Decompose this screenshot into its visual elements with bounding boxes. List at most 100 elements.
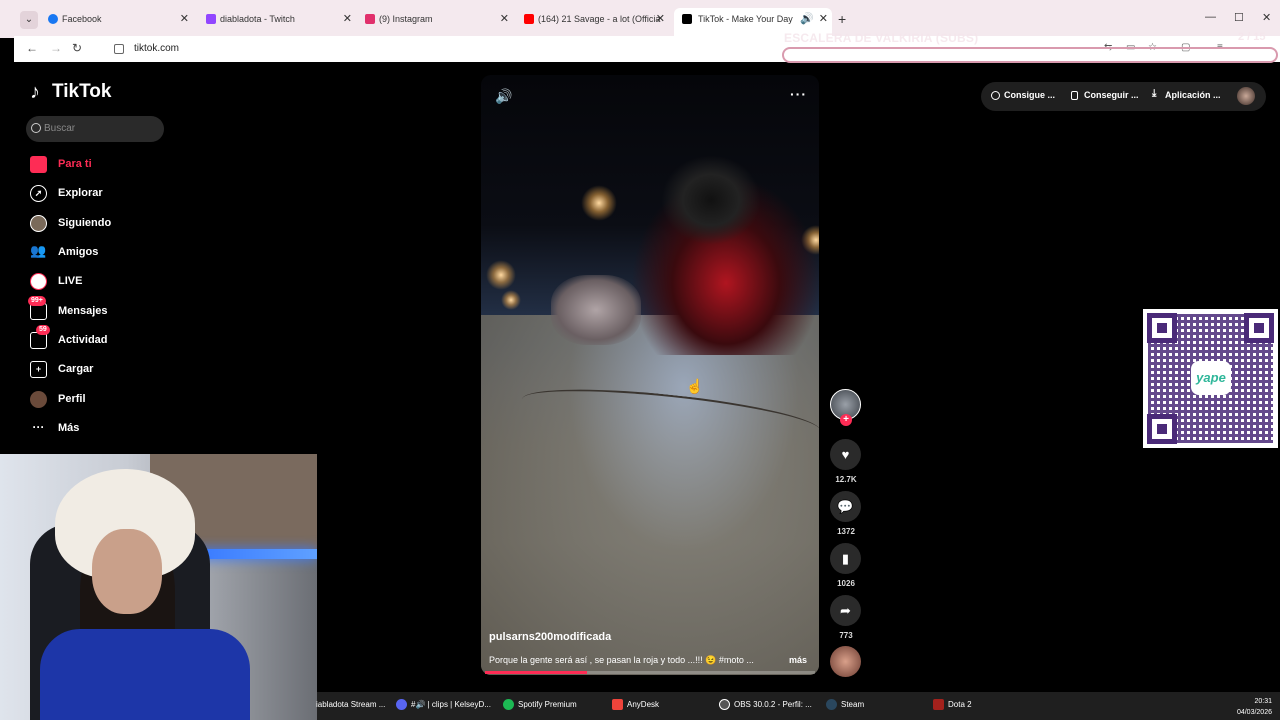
- taskbar-item-spotify[interactable]: Spotify Premium: [503, 699, 577, 710]
- tab-youtube[interactable]: (164) 21 Savage - a lot (Officia ✕: [524, 9, 669, 30]
- close-icon[interactable]: ✕: [500, 9, 509, 30]
- nav-label: Amigos: [58, 246, 99, 258]
- nav-item-live[interactable]: LIVE: [30, 270, 82, 292]
- tab-instagram[interactable]: (9) Instagram ✕: [365, 9, 513, 30]
- taskbar-label: AnyDesk: [627, 700, 660, 709]
- video-author[interactable]: pulsarns200modificada: [489, 631, 611, 643]
- taskbar-label: #🔊 | clips | KelseyD...: [411, 700, 491, 709]
- caption-more-link[interactable]: más: [789, 655, 807, 665]
- taskbar-label: Spotify Premium: [518, 700, 577, 709]
- nav-label: Mensajes: [58, 305, 108, 317]
- video-progress-bar[interactable]: [485, 671, 815, 674]
- taskbar-label: Steam: [841, 700, 865, 709]
- steam-icon: [826, 699, 837, 710]
- url-field[interactable]: tiktok.com: [108, 39, 788, 59]
- like-button[interactable]: ♥: [830, 439, 861, 470]
- logo-text: TikTok: [52, 81, 112, 102]
- nav-item-amigos[interactable]: 👥 Amigos: [30, 241, 98, 263]
- get-app-button[interactable]: Conseguir ...: [1071, 90, 1139, 100]
- nav-label: LIVE: [58, 275, 83, 287]
- minimize-icon[interactable]: —: [1205, 11, 1216, 23]
- hand-cursor-icon: ☝: [686, 378, 704, 394]
- nav-item-cargar[interactable]: + Cargar: [30, 358, 93, 380]
- new-tab-button[interactable]: +: [838, 11, 846, 27]
- tiktok-logo[interactable]: ♪ TikTok: [30, 80, 111, 104]
- street-light: [581, 185, 617, 221]
- search-input[interactable]: Buscar: [26, 116, 164, 142]
- nav-item-explorar[interactable]: ➚ Explorar: [30, 182, 103, 204]
- video-more-icon[interactable]: ···: [790, 86, 807, 102]
- tab-title: Facebook: [62, 14, 102, 24]
- facebook-icon: [48, 14, 58, 24]
- anydesk-icon: [612, 699, 623, 710]
- nav-item-actividad[interactable]: 59 Actividad: [30, 325, 108, 351]
- friends-icon: 👥: [30, 243, 47, 258]
- qr-finder-pattern: [1147, 313, 1177, 343]
- nav-label: Actividad: [58, 334, 108, 346]
- profile-avatar-icon: [30, 391, 47, 408]
- forward-icon[interactable]: →: [50, 41, 62, 55]
- video-player[interactable]: [481, 75, 819, 675]
- taskbar-item-obs[interactable]: OBS 30.0.2 - Perfil: ...: [719, 699, 812, 710]
- following-avatar-icon: [30, 215, 47, 232]
- taskbar-item-discord[interactable]: #🔊 | clips | KelseyD...: [396, 699, 491, 710]
- bookmark-icon: ▮: [841, 551, 850, 566]
- clock-time: 20:31: [1254, 698, 1272, 705]
- search-placeholder: Buscar: [44, 123, 76, 134]
- tab-search-icon[interactable]: ⌄: [20, 11, 38, 29]
- follow-plus-icon[interactable]: +: [840, 414, 852, 426]
- save-button[interactable]: ▮: [830, 543, 861, 574]
- webcam-shirt: [40, 629, 250, 720]
- nav-item-perfil[interactable]: Perfil: [30, 388, 86, 410]
- donation-qr-code: yape: [1143, 309, 1278, 448]
- twitch-icon: [206, 14, 216, 24]
- nav-label: Para ti: [58, 158, 92, 170]
- tab-facebook[interactable]: Facebook ✕: [48, 9, 193, 30]
- yape-logo: yape: [1191, 361, 1231, 395]
- dota-icon: [933, 699, 944, 710]
- close-icon[interactable]: ✕: [656, 9, 665, 30]
- taskbar-label: Dota 2: [948, 700, 972, 709]
- download-app-button[interactable]: ⤓ Aplicación ...: [1152, 88, 1221, 100]
- nav-label: Perfil: [58, 393, 86, 405]
- video-progress-fill: [485, 671, 588, 674]
- sound-icon[interactable]: 🔊: [495, 88, 512, 105]
- close-icon[interactable]: ✕: [180, 9, 189, 30]
- taskbar-item-dota[interactable]: Dota 2: [933, 699, 972, 710]
- nav-item-mas[interactable]: ··· Más: [30, 417, 80, 439]
- close-icon[interactable]: ✕: [819, 8, 828, 30]
- nav-item-mensajes[interactable]: 99+ Mensajes: [28, 296, 108, 322]
- live-icon: [30, 273, 47, 290]
- speaker-icon[interactable]: 🔊: [800, 8, 814, 30]
- nav-item-para-ti[interactable]: Para ti: [30, 153, 92, 175]
- share-count: 773: [839, 631, 853, 640]
- maximize-icon[interactable]: ☐: [1234, 11, 1244, 24]
- profile-avatar[interactable]: [1237, 87, 1255, 105]
- get-coins-button[interactable]: Consigue ...: [991, 90, 1055, 100]
- more-icon: ···: [32, 420, 45, 434]
- webcam-face: [92, 529, 162, 614]
- share-button[interactable]: ➦: [830, 595, 861, 626]
- site-info-icon[interactable]: [114, 44, 124, 54]
- taskbar-item-anydesk[interactable]: AnyDesk: [612, 699, 660, 710]
- music-disc-icon[interactable]: [830, 646, 861, 677]
- close-window-icon[interactable]: ✕: [1262, 11, 1271, 24]
- back-icon[interactable]: ←: [26, 41, 38, 55]
- top-btn-label: Aplicación ...: [1165, 90, 1221, 100]
- nav-item-siguiendo[interactable]: Siguiendo: [30, 212, 111, 234]
- reload-icon[interactable]: ↻: [72, 41, 82, 55]
- taskbar-clock[interactable]: 20:31 04/03/2026: [1236, 696, 1272, 718]
- upload-icon: +: [30, 361, 47, 378]
- search-icon: [31, 123, 41, 133]
- nav-label: Siguiendo: [58, 217, 112, 229]
- street-light: [486, 260, 516, 290]
- close-icon[interactable]: ✕: [343, 9, 352, 30]
- tab-twitch[interactable]: diabladota - Twitch ✕: [206, 9, 356, 30]
- taskbar-item-stream[interactable]: iabladota Stream ...: [302, 700, 385, 709]
- comment-icon: 💬: [837, 499, 854, 514]
- messages-badge: 99+: [28, 296, 46, 306]
- comment-button[interactable]: 💬: [830, 491, 861, 522]
- taskbar-item-steam[interactable]: Steam: [826, 699, 865, 710]
- url-text: tiktok.com: [134, 43, 180, 54]
- stream-goal-title: ESCALERA DE VALKIRIA (SUBS): [784, 31, 979, 45]
